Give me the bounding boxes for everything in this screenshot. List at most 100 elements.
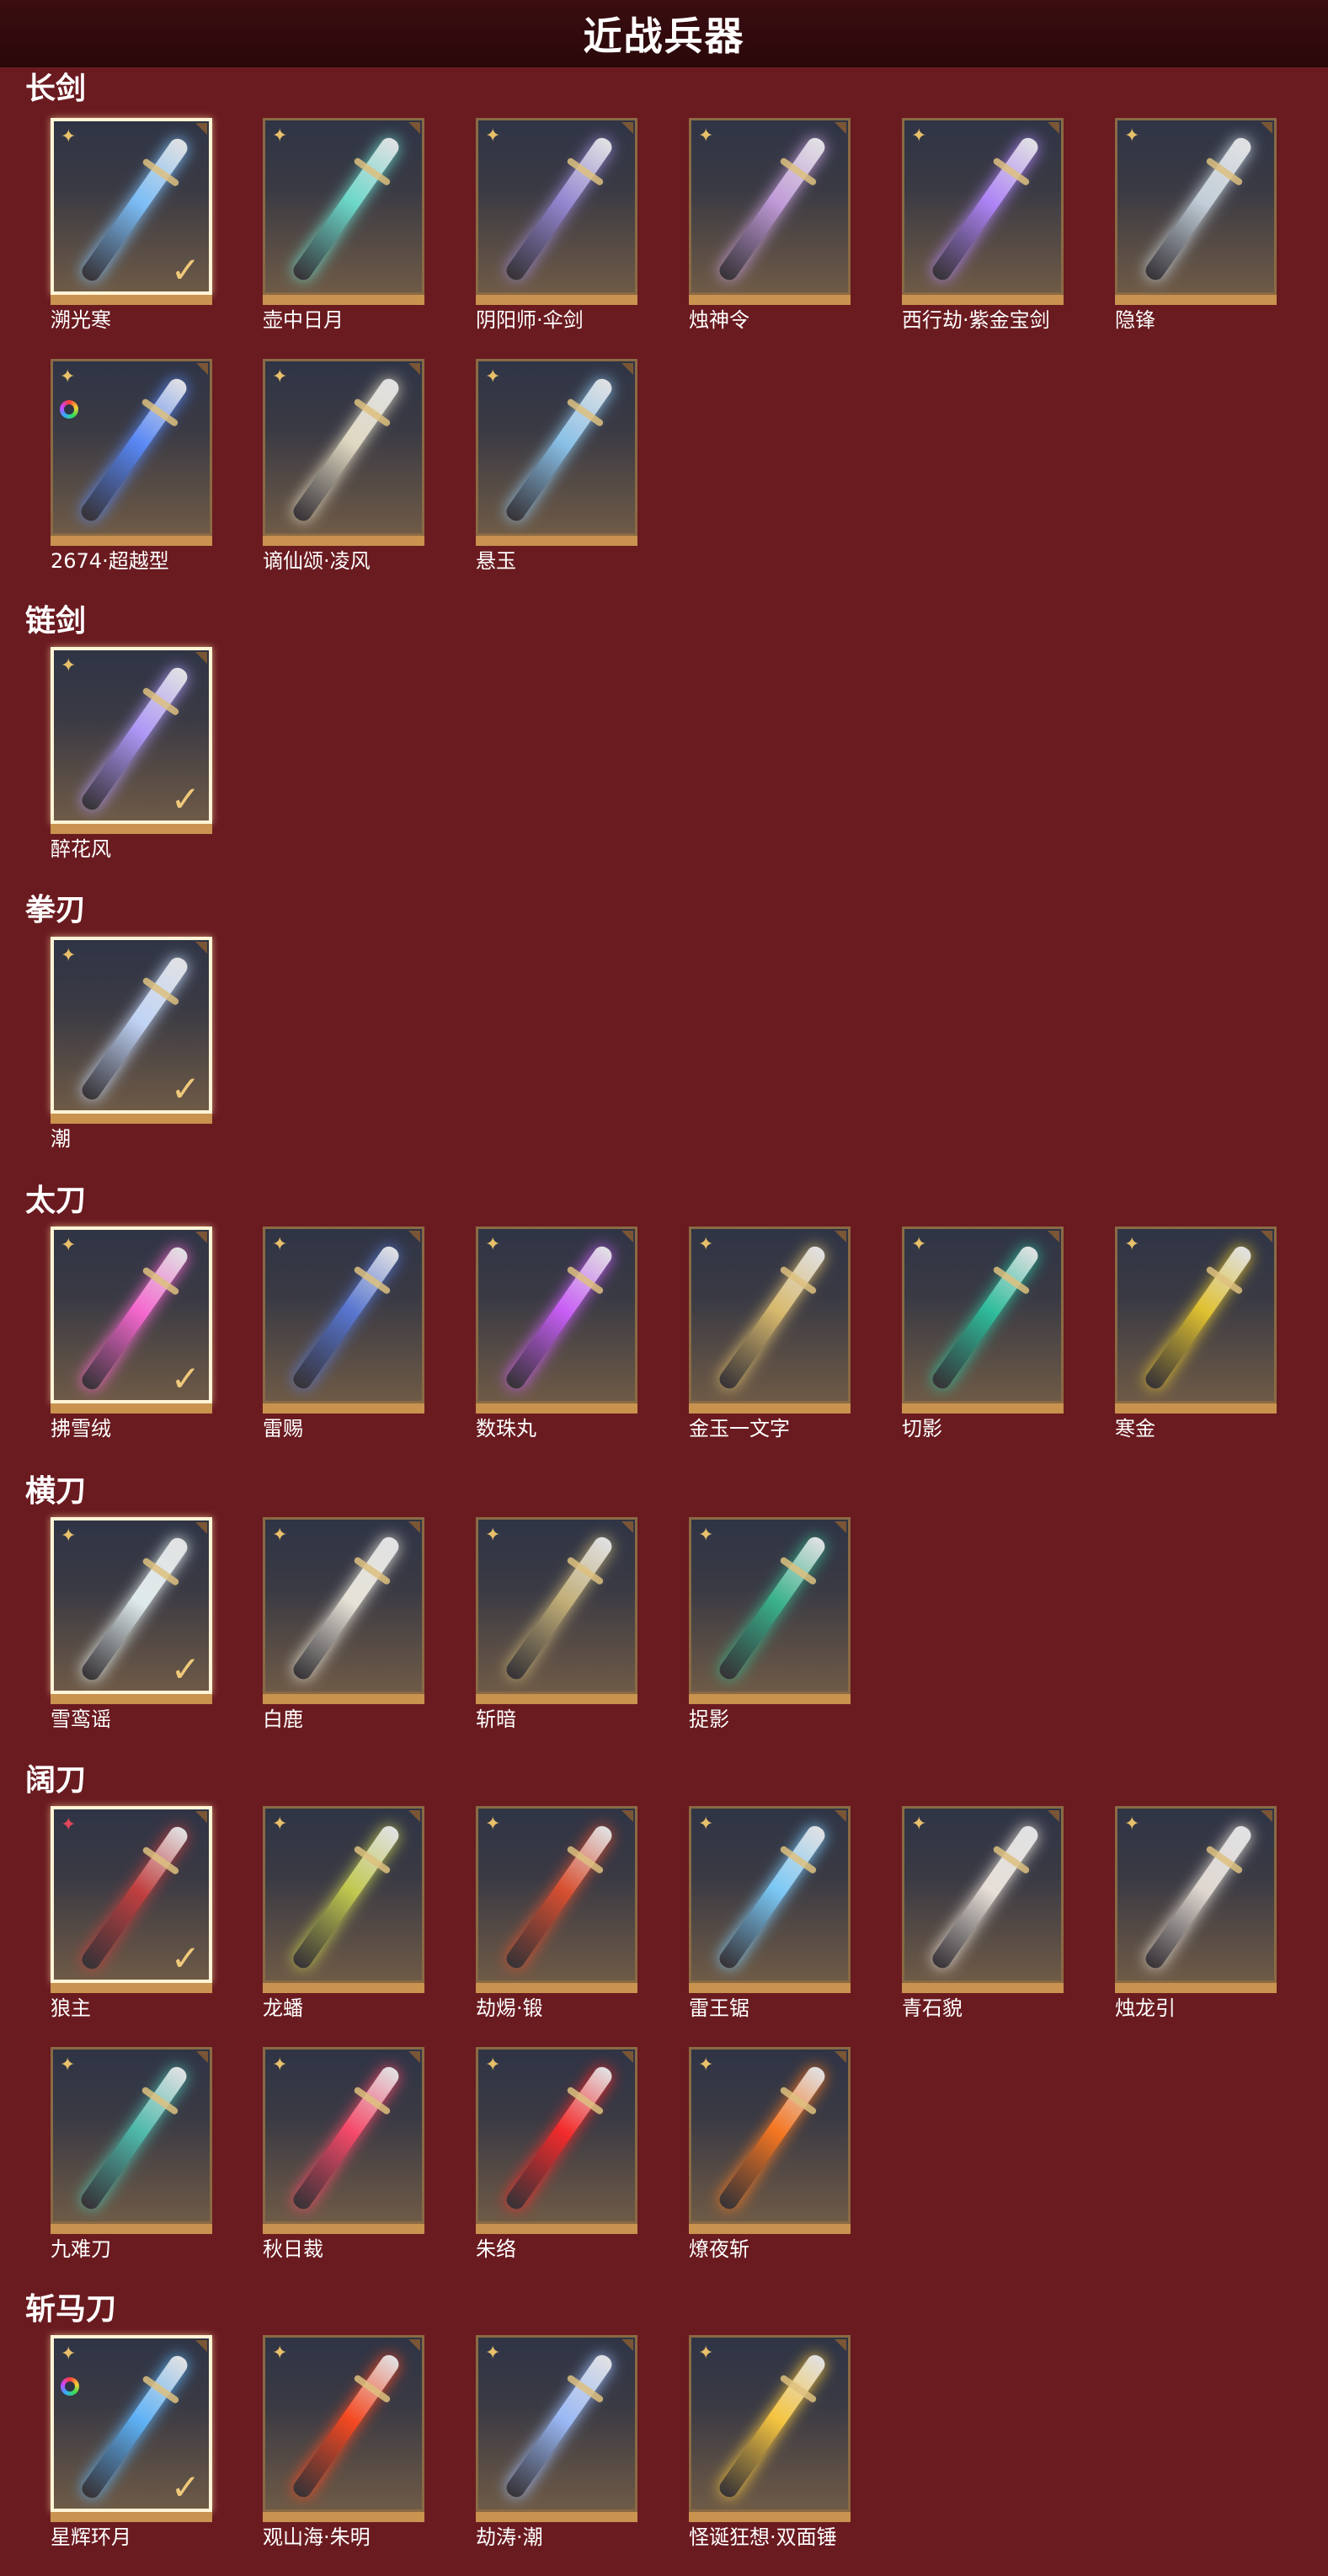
card-bottom-bar xyxy=(689,1694,851,1704)
weapon-image xyxy=(290,1822,403,1972)
weapon-image xyxy=(77,375,190,525)
corner-mark-icon xyxy=(621,122,633,134)
rarity-star-icon: ✦ xyxy=(698,2343,714,2364)
section-title: 阔刀 xyxy=(25,1763,87,1798)
weapon-image xyxy=(716,1533,829,1683)
weapon-thumbnail: ✦ ✓ xyxy=(51,1227,212,1403)
section-title: 横刀 xyxy=(25,1474,87,1509)
weapon-card[interactable]: ✦ 燎夜斩 xyxy=(689,2047,851,2261)
weapon-card[interactable]: ✦ 谪仙颂·凌风 xyxy=(263,359,424,573)
weapon-image xyxy=(929,1822,1042,1972)
rarity-star-icon: ✦ xyxy=(61,1526,77,1547)
weapon-image xyxy=(503,375,616,525)
rarity-star-icon: ✦ xyxy=(272,366,288,387)
rarity-star-icon: ✦ xyxy=(272,1814,288,1835)
rarity-star-icon: ✦ xyxy=(272,2055,288,2076)
corner-mark-icon xyxy=(408,2339,420,2351)
weapon-card[interactable]: ✦ 切影 xyxy=(902,1227,1064,1440)
weapon-card[interactable]: ✦ 朱络 xyxy=(476,2047,637,2261)
weapon-card[interactable]: ✦ ✓ 溯光寒 xyxy=(51,118,212,332)
weapon-card[interactable]: ✦ 西行劫·紫金宝剑 xyxy=(902,118,1064,332)
weapon-thumbnail: ✦ xyxy=(1115,1227,1277,1403)
weapon-card[interactable]: ✦ 青石貌 xyxy=(902,1806,1064,2020)
weapon-thumbnail: ✦ xyxy=(263,1227,424,1403)
weapon-card[interactable]: ✦ 捉影 xyxy=(689,1517,851,1731)
rarity-star-icon: ✦ xyxy=(698,1234,714,1255)
weapon-card[interactable]: ✦ 寒金 xyxy=(1115,1227,1277,1440)
weapon-card[interactable]: ✦ ✓ 醉花风 xyxy=(51,647,212,861)
weapon-card[interactable]: ✦ 数珠丸 xyxy=(476,1227,637,1440)
weapon-card[interactable]: ✦ ✓ 狼主 xyxy=(51,1806,212,2020)
weapon-card[interactable]: ✦ 斩暗 xyxy=(476,1517,637,1731)
weapon-name: 龙蟠 xyxy=(263,1996,303,2020)
weapon-thumbnail: ✦ xyxy=(1115,118,1277,295)
weapon-card[interactable]: ✦ 烛龙引 xyxy=(1115,1806,1277,2020)
weapon-card[interactable]: ✦ 2674·超越型 xyxy=(51,359,212,573)
owned-check-icon: ✓ xyxy=(170,1937,200,1979)
weapon-card[interactable]: ✦ 雷赐 xyxy=(263,1227,424,1440)
weapon-thumbnail: ✦ xyxy=(263,118,424,295)
owned-check-icon: ✓ xyxy=(170,2466,200,2508)
weapon-name: 溯光寒 xyxy=(51,308,111,332)
weapon-card[interactable]: ✦ 秋日裁 xyxy=(263,2047,424,2261)
weapon-image xyxy=(290,2351,403,2501)
weapon-name: 拂雪绒 xyxy=(51,1417,111,1440)
rarity-star-icon: ✦ xyxy=(485,366,501,387)
weapon-card[interactable]: ✦ ✓ 雪鸾谣 xyxy=(51,1517,212,1731)
card-bottom-bar xyxy=(263,536,424,546)
card-bottom-bar xyxy=(1115,1983,1277,1993)
weapon-image xyxy=(716,134,829,284)
weapon-card[interactable]: ✦ 壶中日月 xyxy=(263,118,424,332)
weapon-card[interactable]: ✦ 九难刀 xyxy=(51,2047,212,2261)
weapon-card[interactable]: ✦ 金玉一文字 xyxy=(689,1227,851,1440)
corner-mark-icon xyxy=(408,2051,420,2063)
weapon-image xyxy=(929,134,1042,284)
weapon-thumbnail: ✦ xyxy=(476,2047,637,2224)
weapon-image xyxy=(716,1822,829,1972)
owned-check-icon: ✓ xyxy=(170,1358,200,1399)
corner-mark-icon xyxy=(195,942,207,954)
card-bottom-bar xyxy=(263,1983,424,1993)
weapon-card[interactable]: ✦ 龙蟠 xyxy=(263,1806,424,2020)
weapon-thumbnail: ✦ xyxy=(689,2047,851,2224)
corner-mark-icon xyxy=(196,363,208,375)
weapon-name: 2674·超越型 xyxy=(51,549,169,573)
weapon-name: 青石貌 xyxy=(902,1996,963,2020)
weapon-card[interactable]: ✦ 悬玉 xyxy=(476,359,637,573)
rarity-star-icon: ✦ xyxy=(911,1234,927,1255)
weapon-card[interactable]: ✦ ✓ 拂雪绒 xyxy=(51,1227,212,1440)
card-bottom-bar xyxy=(902,1983,1064,1993)
rarity-star-icon: ✦ xyxy=(485,126,501,147)
weapon-name: 寒金 xyxy=(1115,1417,1155,1440)
weapon-card[interactable]: ✦ 雷王锯 xyxy=(689,1806,851,2020)
weapon-name: 劫焬·锻 xyxy=(476,1996,543,2020)
rarity-star-icon: ✦ xyxy=(272,126,288,147)
weapon-image xyxy=(503,1533,616,1683)
rarity-star-icon: ✦ xyxy=(61,1814,77,1836)
weapon-card[interactable]: ✦ 劫焬·锻 xyxy=(476,1806,637,2020)
weapon-thumbnail: ✦ xyxy=(263,2335,424,2512)
weapon-card[interactable]: ✦ 烛神令 xyxy=(689,118,851,332)
rarity-star-icon: ✦ xyxy=(698,1525,714,1546)
weapon-card[interactable]: ✦ 劫涛·潮 xyxy=(476,2335,637,2549)
card-bottom-bar xyxy=(51,1114,212,1124)
weapon-card[interactable]: ✦ 阴阳师·伞剑 xyxy=(476,118,637,332)
weapon-card[interactable]: ✦ 白鹿 xyxy=(263,1517,424,1731)
rarity-star-icon: ✦ xyxy=(272,1234,288,1255)
weapon-card[interactable]: ✦ 怪诞狂想·双面锤 xyxy=(689,2335,851,2549)
weapon-image xyxy=(716,1243,829,1392)
weapon-name: 烛龙引 xyxy=(1115,1996,1176,2020)
weapon-name: 白鹿 xyxy=(263,1708,303,1731)
corner-mark-icon xyxy=(1048,122,1059,134)
weapon-card[interactable]: ✦ 隐锋 xyxy=(1115,118,1277,332)
weapon-thumbnail: ✦ xyxy=(263,1517,424,1694)
weapon-thumbnail: ✦ xyxy=(689,1227,851,1403)
weapon-name: 捉影 xyxy=(689,1708,729,1731)
weapon-card[interactable]: ✦ 观山海·朱明 xyxy=(263,2335,424,2549)
weapon-card[interactable]: ✦ ✓ 星辉环月 xyxy=(51,2335,212,2549)
corner-mark-icon xyxy=(835,1810,846,1822)
weapon-card[interactable]: ✦ ✓ 潮 xyxy=(51,937,212,1151)
corner-mark-icon xyxy=(1261,1810,1272,1822)
card-bottom-bar xyxy=(476,1403,637,1414)
weapon-thumbnail: ✦ xyxy=(51,359,212,536)
